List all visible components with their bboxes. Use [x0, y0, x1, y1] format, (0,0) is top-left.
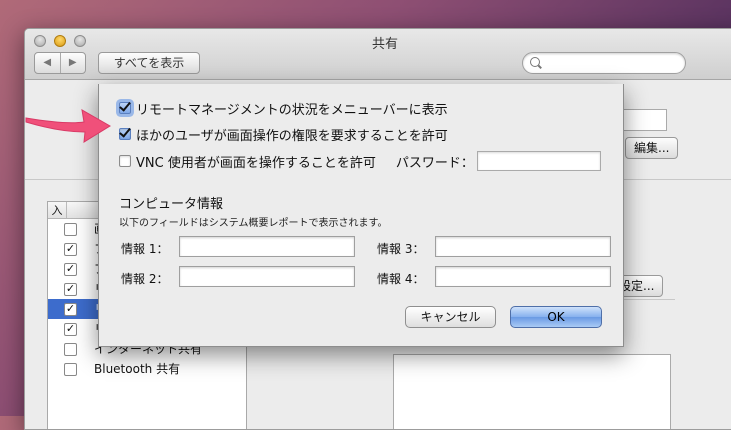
- annotation-arrow-icon: [25, 109, 111, 143]
- service-checkbox[interactable]: ✓: [64, 263, 77, 276]
- info-2-field[interactable]: [179, 266, 355, 287]
- option-vnc-control[interactable]: VNC 使用者が画面を操作することを許可 パスワード：: [119, 151, 474, 171]
- show-all-button[interactable]: すべてを表示: [98, 52, 200, 74]
- service-label: Bluetooth 共有: [94, 362, 181, 376]
- vnc-checkbox[interactable]: [119, 155, 131, 167]
- allowed-users-list[interactable]: [393, 354, 671, 429]
- info-2-label: 情報 2：: [121, 272, 169, 286]
- search-icon: [530, 57, 540, 67]
- service-checkbox[interactable]: ✓: [64, 323, 77, 336]
- service-checkbox[interactable]: [64, 343, 77, 356]
- service-checkbox[interactable]: ✓: [64, 283, 77, 296]
- password-label: パスワード：: [395, 155, 474, 171]
- column-on-header[interactable]: 入: [48, 202, 67, 218]
- allow-request-checkbox[interactable]: [119, 128, 131, 140]
- info-1-label: 情報 1：: [121, 242, 169, 256]
- forward-button[interactable]: ▶: [59, 53, 86, 73]
- service-checkbox[interactable]: [64, 223, 77, 236]
- service-checkbox[interactable]: ✓: [64, 303, 77, 316]
- ok-button[interactable]: OK: [510, 306, 602, 328]
- option-allow-request-control[interactable]: ほかのユーザが画面操作の権限を要求することを許可: [119, 124, 448, 144]
- show-status-checkbox[interactable]: [119, 102, 131, 114]
- allow-request-label: ほかのユーザが画面操作の権限を要求することを許可: [136, 128, 448, 144]
- search-field[interactable]: [522, 52, 686, 74]
- info-4-field[interactable]: [435, 266, 611, 287]
- info-3-label: 情報 3：: [377, 242, 425, 256]
- edit-button[interactable]: 編集...: [625, 137, 679, 159]
- window-titlebar: 共有 ◀ ▶ すべてを表示: [25, 29, 731, 80]
- service-checkbox[interactable]: ✓: [64, 243, 77, 256]
- info-3-field[interactable]: [435, 236, 611, 257]
- computer-info-description: 以下のフィールドはシステム概要レポートで表示されます。: [119, 218, 388, 229]
- service-row[interactable]: Bluetooth 共有: [48, 359, 246, 379]
- vnc-label: VNC 使用者が画面を操作することを許可: [136, 155, 376, 171]
- computer-info-title: コンピュータ情報: [119, 197, 224, 212]
- back-button[interactable]: ◀: [35, 53, 60, 73]
- cancel-button[interactable]: キャンセル: [405, 306, 496, 328]
- window-title: 共有: [371, 37, 398, 52]
- show-status-label: リモートマネージメントの状況をメニューバーに表示: [136, 102, 448, 118]
- vnc-password-field[interactable]: [477, 151, 601, 171]
- option-show-status-in-menubar[interactable]: リモートマネージメントの状況をメニューバーに表示: [119, 98, 448, 118]
- info-4-label: 情報 4：: [377, 272, 425, 286]
- remote-management-options-sheet: リモートマネージメントの状況をメニューバーに表示 ほかのユーザが画面操作の権限を…: [98, 84, 624, 347]
- back-forward-buttons: ◀ ▶: [34, 52, 86, 74]
- info-1-field[interactable]: [179, 236, 355, 257]
- service-checkbox[interactable]: [64, 363, 77, 376]
